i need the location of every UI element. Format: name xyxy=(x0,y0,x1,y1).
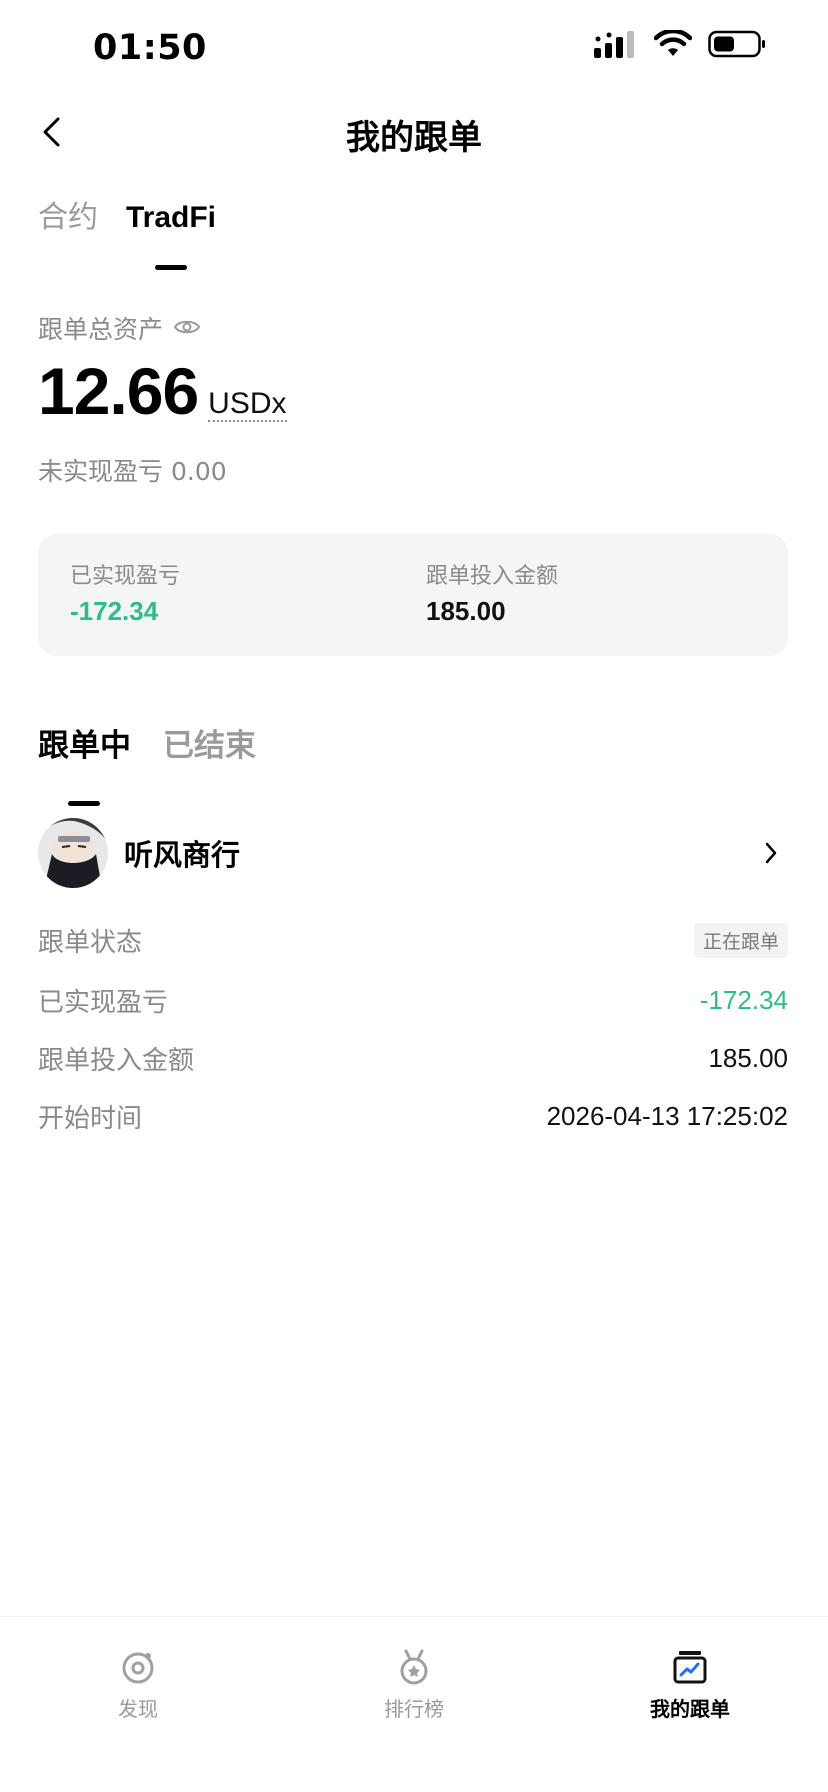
tab-following[interactable]: 跟单中 xyxy=(38,724,131,806)
total-assets-number: 12.66 xyxy=(38,354,199,428)
unrealized-pnl: 未实现盈亏 0.00 xyxy=(38,452,227,488)
header: 我的跟单 xyxy=(0,100,828,166)
unrealized-pnl-value: 0.00 xyxy=(170,457,227,486)
status-badge: 正在跟单 xyxy=(693,922,788,958)
nav-ranking[interactable]: 排行榜 xyxy=(344,1647,484,1722)
total-assets-label-text: 跟单总资产 xyxy=(38,315,164,344)
summary-card: 已实现盈亏 -172.34 跟单投入金额 185.00 xyxy=(38,534,788,656)
total-assets-value: 12.66 USDx xyxy=(38,358,287,424)
realized-pnl-summary-value: -172.34 xyxy=(70,596,159,626)
tab-tradfi[interactable]: TradFi xyxy=(126,196,216,240)
avatar xyxy=(38,818,108,888)
invested-amount-summary: 跟单投入金额 185.00 xyxy=(426,562,558,627)
invested-amount-value: 185.00 xyxy=(708,1042,788,1073)
trader-row[interactable]: 听风商行 xyxy=(38,818,788,888)
asset-unit[interactable]: USDx xyxy=(208,388,287,422)
realized-pnl-value: -172.34 xyxy=(699,984,788,1015)
my-copy-trade-icon xyxy=(673,1651,707,1684)
battery-icon xyxy=(708,30,766,62)
nav-my-copy-trade-label: 我的跟单 xyxy=(650,1697,730,1721)
status-icons xyxy=(594,28,766,62)
status-time: 01:50 xyxy=(93,28,207,68)
invested-amount-label: 跟单投入金额 xyxy=(38,1045,195,1076)
top-tabs: 合约 TradFi xyxy=(38,196,216,240)
page-title: 我的跟单 xyxy=(346,118,482,158)
detail-row-realized: 已实现盈亏 -172.34 xyxy=(38,980,788,1020)
eye-icon[interactable] xyxy=(173,314,201,343)
unrealized-pnl-label: 未实现盈亏 xyxy=(38,457,164,486)
status-bar: 01:50 xyxy=(0,0,828,100)
discover-icon xyxy=(122,1652,154,1684)
trader-name: 听风商行 xyxy=(124,838,241,872)
nav-my-copy-trade[interactable]: 我的跟单 xyxy=(620,1647,760,1722)
bottom-nav: 发现 排行榜 我的跟单 xyxy=(0,1616,828,1792)
ranking-icon xyxy=(400,1649,428,1685)
start-time-label: 开始时间 xyxy=(38,1103,143,1134)
detail-row-start-time: 开始时间 2026-04-13 17:25:02 xyxy=(38,1096,788,1136)
tab-contract[interactable]: 合约 xyxy=(38,196,98,240)
follow-status-label: 跟单状态 xyxy=(38,927,143,958)
nav-ranking-label: 排行榜 xyxy=(384,1697,444,1721)
total-assets-label: 跟单总资产 xyxy=(38,310,201,346)
realized-pnl-summary: 已实现盈亏 -172.34 xyxy=(70,562,180,627)
tab-ended[interactable]: 已结束 xyxy=(163,724,256,768)
detail-row-status: 跟单状态 正在跟单 xyxy=(38,920,788,960)
invested-amount-summary-value: 185.00 xyxy=(426,596,506,626)
realized-pnl-summary-label: 已实现盈亏 xyxy=(70,564,181,589)
nav-discover-label: 发现 xyxy=(118,1697,158,1721)
status-tabs: 跟单中 已结束 xyxy=(38,724,256,806)
nav-discover[interactable]: 发现 xyxy=(68,1647,208,1722)
cellular-signal-icon xyxy=(594,30,638,62)
detail-row-invested: 跟单投入金额 185.00 xyxy=(38,1038,788,1078)
start-time-value: 2026-04-13 17:25:02 xyxy=(546,1100,788,1131)
invested-amount-summary-label: 跟单投入金额 xyxy=(426,564,559,589)
wifi-icon xyxy=(653,28,693,62)
realized-pnl-label: 已实现盈亏 xyxy=(38,987,169,1018)
chevron-right-icon[interactable] xyxy=(754,836,788,870)
